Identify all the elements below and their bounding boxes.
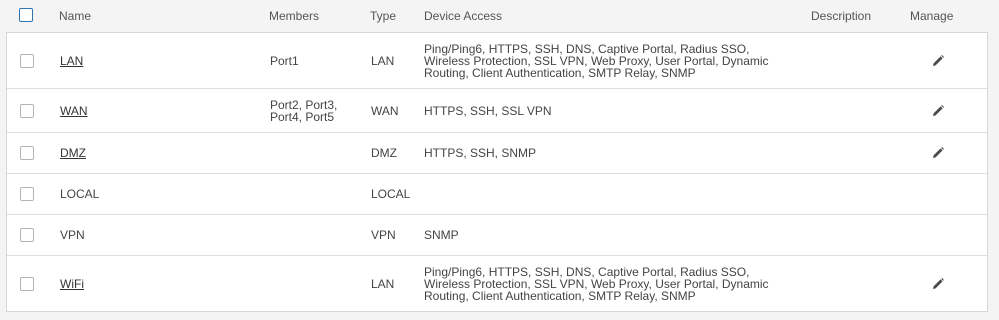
zone-type: DMZ: [371, 146, 397, 160]
zone-device-access: HTTPS, SSH, SNMP: [424, 146, 537, 160]
zone-device-access: Ping/Ping6, HTTPS, SSH, DNS, Captive Por…: [424, 41, 769, 80]
zone-name: LOCAL: [60, 187, 100, 201]
pencil-icon[interactable]: [931, 104, 945, 118]
zone-device-access: HTTPS, SSH, SSL VPN: [424, 103, 552, 118]
zone-device-access: SNMP: [424, 228, 459, 242]
row-checkbox[interactable]: [20, 187, 34, 201]
zone-type: WAN: [371, 103, 399, 118]
zones-table-body: LAN Port1 LAN Ping/Ping6, HTTPS, SSH, DN…: [6, 32, 988, 312]
table-row: LOCAL LOCAL: [7, 174, 987, 215]
zone-type: VPN: [371, 228, 396, 242]
row-checkbox[interactable]: [20, 276, 34, 291]
pencil-icon[interactable]: [931, 277, 945, 291]
pencil-icon[interactable]: [931, 54, 945, 68]
zone-device-access: Ping/Ping6, HTTPS, SSH, DNS, Captive Por…: [424, 264, 769, 303]
row-checkbox[interactable]: [20, 103, 34, 118]
table-row: WiFi LAN Ping/Ping6, HTTPS, SSH, DNS, Ca…: [7, 256, 987, 311]
zone-type: LAN: [371, 53, 395, 68]
row-checkbox[interactable]: [20, 228, 34, 242]
table-row: DMZ DMZ HTTPS, SSH, SNMP: [7, 133, 987, 174]
zone-name: VPN: [60, 228, 85, 242]
column-header-name[interactable]: Name: [59, 9, 91, 23]
zone-members: Port2, Port3, Port4, Port5: [270, 97, 338, 124]
column-header-description[interactable]: Description: [811, 9, 871, 23]
zone-members: Port1: [270, 53, 299, 68]
table-header: Name Members Type Device Access Descript…: [0, 0, 999, 32]
zone-name-link[interactable]: DMZ: [60, 147, 86, 159]
zone-type: LAN: [371, 276, 395, 291]
zone-name-link[interactable]: LAN: [60, 55, 83, 67]
row-checkbox[interactable]: [20, 146, 34, 160]
pencil-icon[interactable]: [931, 146, 945, 160]
column-header-members[interactable]: Members: [269, 9, 319, 23]
table-row: VPN VPN SNMP: [7, 215, 987, 256]
row-checkbox[interactable]: [20, 53, 34, 68]
column-header-manage: Manage: [910, 9, 954, 23]
column-header-type[interactable]: Type: [370, 9, 396, 23]
zone-name-link[interactable]: WAN: [60, 105, 88, 117]
table-row: LAN Port1 LAN Ping/Ping6, HTTPS, SSH, DN…: [7, 33, 987, 89]
table-row: WAN Port2, Port3, Port4, Port5 WAN HTTPS…: [7, 89, 987, 133]
column-header-device-access[interactable]: Device Access: [424, 9, 502, 23]
select-all-checkbox[interactable]: [19, 8, 33, 22]
zone-name-link[interactable]: WiFi: [60, 278, 84, 290]
zone-type: LOCAL: [371, 187, 411, 201]
